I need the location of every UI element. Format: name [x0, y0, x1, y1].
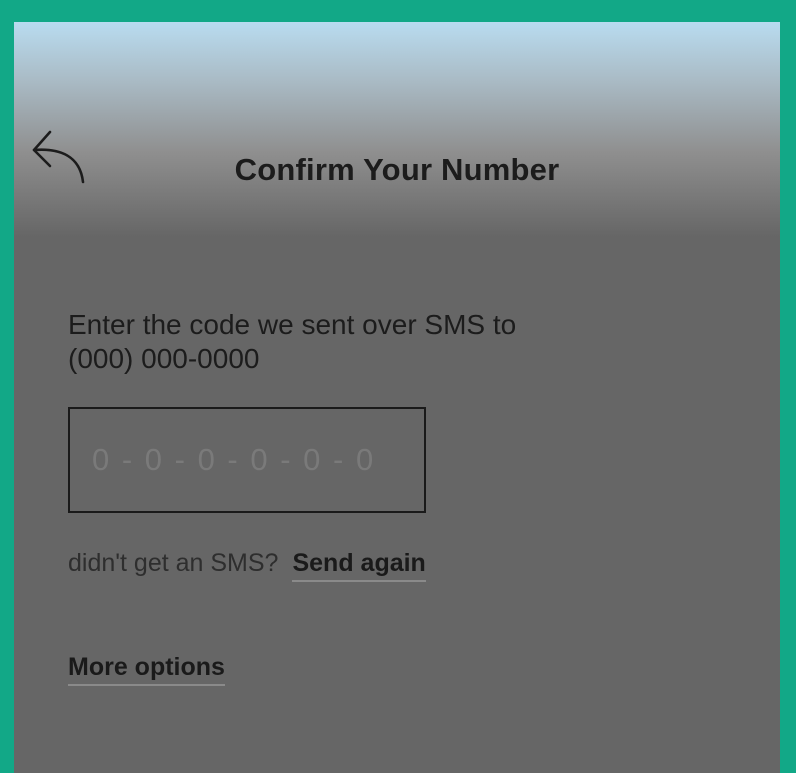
more-options-link[interactable]: More options — [68, 653, 225, 686]
more-options-row: More options — [68, 653, 225, 686]
page-title: Confirm Your Number — [234, 152, 560, 187]
send-again-link[interactable]: Send again — [292, 549, 426, 582]
device-frame: Confirm Your Number Enter the code we se… — [0, 0, 796, 773]
instructions-text: Enter the code we sent over SMS to (000)… — [68, 308, 668, 376]
resend-prompt: didn't get an SMS? — [68, 549, 279, 577]
resend-row: didn't get an SMS? Send again — [68, 549, 426, 582]
phone-number: (000) 000-0000 — [68, 343, 260, 374]
instructions-line: Enter the code we sent over SMS to — [68, 309, 517, 340]
verification-code-input[interactable] — [70, 409, 424, 511]
code-input-box — [68, 407, 426, 513]
confirm-number-screen: Confirm Your Number Enter the code we se… — [14, 22, 780, 773]
